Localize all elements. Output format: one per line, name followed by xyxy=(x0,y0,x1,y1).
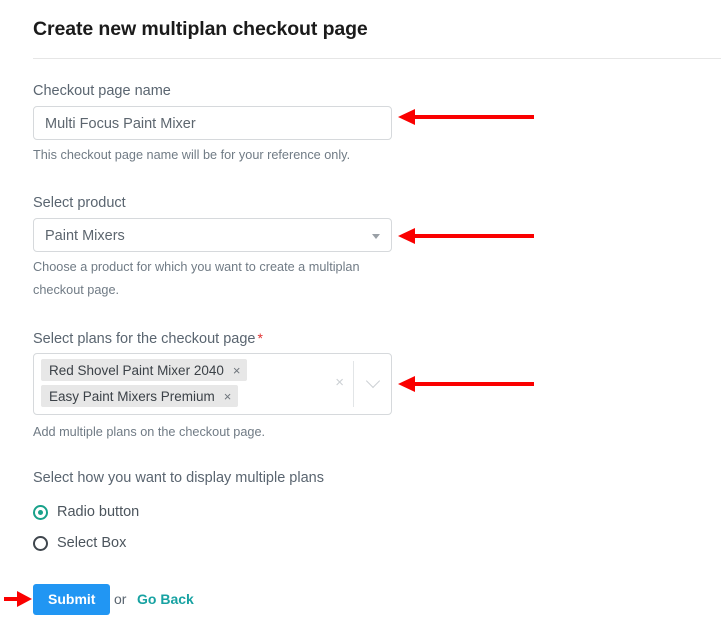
multiselect-divider xyxy=(353,361,354,407)
plan-tag-label: Red Shovel Paint Mixer 2040 xyxy=(49,362,224,378)
arrow-head-icon xyxy=(398,228,415,244)
annotation-arrow-submit xyxy=(4,590,32,608)
annotation-arrow-select-product xyxy=(398,227,534,245)
plan-tag[interactable]: Easy Paint Mixers Premium × xyxy=(41,385,239,407)
arrow-shaft xyxy=(413,382,534,386)
annotation-arrow-select-plans xyxy=(398,375,534,393)
radio-option-select-box[interactable]: Select Box xyxy=(33,535,126,551)
radio-option-label: Radio button xyxy=(57,504,140,520)
select-product-help-line1: Choose a product for which you want to c… xyxy=(33,260,360,274)
plan-tag[interactable]: Red Shovel Paint Mixer 2040 × xyxy=(41,359,248,381)
arrow-head-icon xyxy=(398,109,415,125)
select-plans-help: Add multiple plans on the checkout page. xyxy=(33,425,266,439)
remove-plan-tag-icon[interactable]: × xyxy=(224,390,232,403)
checkout-page-name-help: This checkout page name will be for your… xyxy=(33,148,351,162)
select-plans-label-text: Select plans for the checkout page xyxy=(33,331,256,347)
checkout-page-name-label: Checkout page name xyxy=(33,83,171,99)
select-product-dropdown[interactable]: Paint Mixers xyxy=(33,218,392,252)
arrow-head-icon xyxy=(17,591,32,607)
clear-all-plans-icon[interactable]: × xyxy=(335,375,344,390)
selected-plan-tags: Red Shovel Paint Mixer 2040 × Easy Paint… xyxy=(41,359,248,411)
display-mode-label: Select how you want to display multiple … xyxy=(33,470,324,486)
select-product-help-line2: checkout page. xyxy=(33,283,120,297)
plan-tag-label: Easy Paint Mixers Premium xyxy=(49,388,215,404)
chevron-down-icon[interactable] xyxy=(365,373,381,389)
checkout-page-name-input[interactable]: Multi Focus Paint Mixer xyxy=(33,106,392,140)
radio-option-radio-button[interactable]: Radio button xyxy=(33,504,139,520)
radio-unselected-icon[interactable] xyxy=(33,535,48,551)
checkout-page-name-value: Multi Focus Paint Mixer xyxy=(45,116,196,132)
go-back-link[interactable]: Go Back xyxy=(137,591,194,607)
or-separator-label: or xyxy=(114,591,127,607)
annotation-arrow-checkout-name xyxy=(398,108,534,126)
select-plans-multiselect[interactable]: Red Shovel Paint Mixer 2040 × Easy Paint… xyxy=(33,353,392,415)
required-asterisk: * xyxy=(257,330,263,346)
arrow-head-icon xyxy=(398,376,415,392)
arrow-shaft xyxy=(413,115,534,119)
arrow-shaft xyxy=(413,234,534,238)
select-product-label: Select product xyxy=(33,195,126,211)
select-product-value: Paint Mixers xyxy=(45,228,125,244)
header-divider xyxy=(33,58,721,59)
radio-selected-icon[interactable] xyxy=(33,504,48,520)
page-title: Create new multiplan checkout page xyxy=(33,18,368,40)
chevron-down-icon[interactable] xyxy=(372,234,380,239)
select-plans-label: Select plans for the checkout page * xyxy=(33,330,263,347)
radio-option-label: Select Box xyxy=(57,535,127,551)
remove-plan-tag-icon[interactable]: × xyxy=(233,364,241,377)
submit-button[interactable]: Submit xyxy=(33,584,111,615)
arrow-shaft xyxy=(4,597,19,601)
create-multiplan-checkout-page: Create new multiplan checkout page Check… xyxy=(0,0,726,630)
